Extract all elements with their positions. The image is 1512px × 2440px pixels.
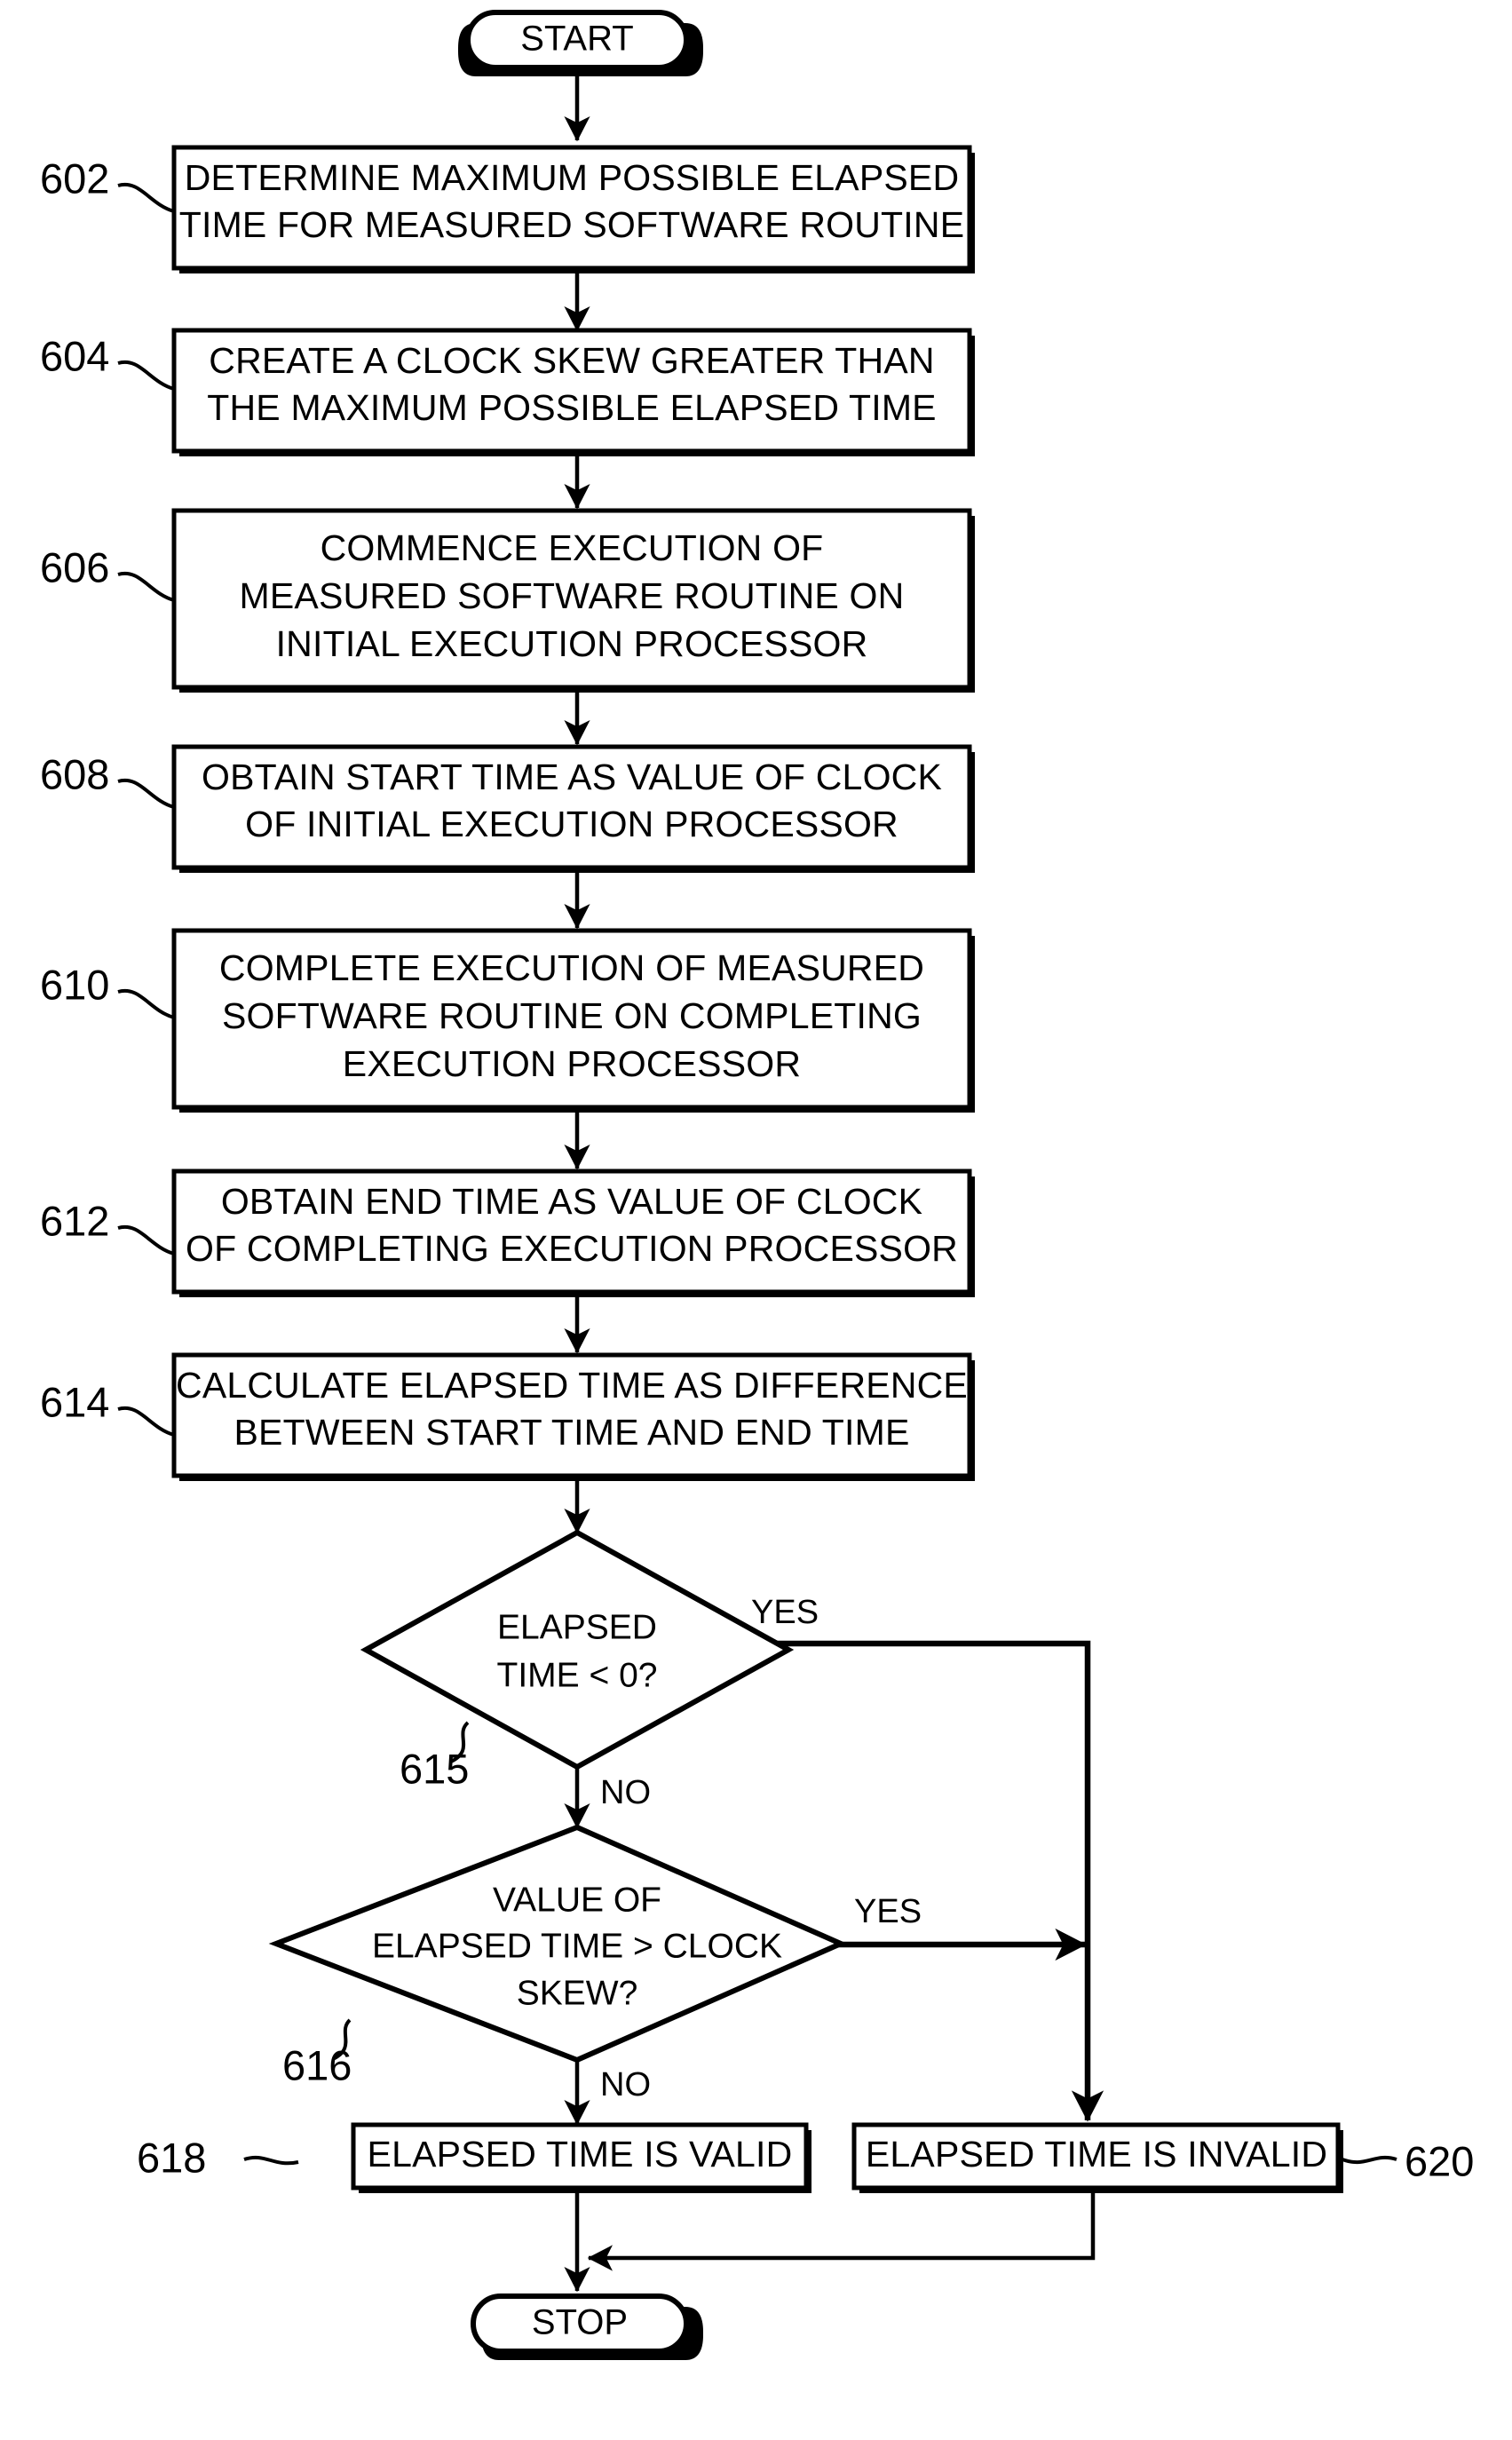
leader-608 xyxy=(117,778,175,809)
ref-616: 616 xyxy=(282,2041,352,2088)
node-610-line-3: EXECUTION PROCESSOR xyxy=(343,1043,801,1084)
node-start: START xyxy=(458,10,703,76)
ref-620: 620 xyxy=(1405,2137,1474,2184)
node-612-line-1: OBTAIN END TIME AS VALUE OF CLOCK xyxy=(221,1181,922,1222)
leader-618 xyxy=(243,2155,299,2166)
flowchart-canvas: START DETERMINE MAXIMUM POSSIBLE ELAPSED… xyxy=(0,0,1512,2440)
node-618-label: ELAPSED TIME IS VALID xyxy=(368,2134,793,2175)
stop-label: STOP xyxy=(532,2303,628,2342)
node-606-line-3: INITIAL EXECUTION PROCESSOR xyxy=(276,623,868,664)
node-616: VALUE OF ELAPSED TIME > CLOCK SKEW? xyxy=(268,1824,848,2064)
flowchart-svg: START DETERMINE MAXIMUM POSSIBLE ELAPSED… xyxy=(40,10,1474,2360)
ref-614: 614 xyxy=(40,1378,109,1425)
node-614-line-2: BETWEEN START TIME AND END TIME xyxy=(234,1412,909,1453)
node-606-line-1: COMMENCE EXECUTION OF xyxy=(321,527,824,568)
ref-610: 610 xyxy=(40,961,109,1008)
node-610-line-1: COMPLETE EXECUTION OF MEASURED xyxy=(219,947,924,988)
node-620-label: ELAPSED TIME IS INVALID xyxy=(866,2134,1327,2175)
node-606: COMMENCE EXECUTION OF MEASURED SOFTWARE … xyxy=(171,508,975,693)
ref-612: 612 xyxy=(40,1197,109,1244)
ref-604: 604 xyxy=(40,332,109,379)
edge-label-615-no: NO xyxy=(600,1774,651,1811)
node-614: CALCULATE ELAPSED TIME AS DIFFERENCE BET… xyxy=(171,1352,975,1481)
leader-604 xyxy=(117,360,175,391)
connector-620-to-stop-merge xyxy=(587,2193,1096,2271)
leader-614 xyxy=(117,1406,175,1437)
node-616-line-3: SKEW? xyxy=(517,1974,638,2012)
edge-label-615-yes: YES xyxy=(751,1594,819,1631)
node-604-line-2: THE MAXIMUM POSSIBLE ELAPSED TIME xyxy=(207,387,936,428)
node-604-line-1: CREATE A CLOCK SKEW GREATER THAN xyxy=(209,340,934,381)
node-616-line-2: ELAPSED TIME > CLOCK xyxy=(372,1927,782,1965)
node-602: DETERMINE MAXIMUM POSSIBLE ELAPSED TIME … xyxy=(171,145,975,273)
node-608-line-1: OBTAIN START TIME AS VALUE OF CLOCK xyxy=(202,757,942,797)
node-615-line-2: TIME < 0? xyxy=(497,1656,658,1694)
node-602-line-2: TIME FOR MEASURED SOFTWARE ROUTINE xyxy=(179,204,965,245)
node-615-line-1: ELAPSED xyxy=(497,1608,657,1646)
edge-label-616-no: NO xyxy=(600,2066,651,2103)
node-608-line-2: OF INITIAL EXECUTION PROCESSOR xyxy=(245,804,898,844)
leader-612 xyxy=(117,1224,175,1256)
ref-618: 618 xyxy=(137,2134,206,2181)
node-618: ELAPSED TIME IS VALID xyxy=(351,2122,811,2193)
leader-602 xyxy=(117,182,175,213)
ref-606: 606 xyxy=(40,543,109,590)
ref-608: 608 xyxy=(40,750,109,797)
node-608: OBTAIN START TIME AS VALUE OF CLOCK OF I… xyxy=(171,744,975,873)
node-615: ELAPSED TIME < 0? xyxy=(360,1529,795,1771)
node-620: ELAPSED TIME IS INVALID xyxy=(851,2122,1343,2193)
node-610: COMPLETE EXECUTION OF MEASURED SOFTWARE … xyxy=(171,928,975,1113)
leader-620 xyxy=(1342,2155,1397,2165)
ref-602: 602 xyxy=(40,154,109,202)
node-612-line-2: OF COMPLETING EXECUTION PROCESSOR xyxy=(186,1228,958,1269)
start-label: START xyxy=(520,20,633,59)
node-604: CREATE A CLOCK SKEW GREATER THAN THE MAX… xyxy=(171,328,975,456)
node-606-line-2: MEASURED SOFTWARE ROUTINE ON xyxy=(240,575,905,616)
node-612: OBTAIN END TIME AS VALUE OF CLOCK OF COM… xyxy=(171,1169,975,1297)
node-stop: STOP xyxy=(471,2293,703,2360)
node-614-line-1: CALCULATE ELAPSED TIME AS DIFFERENCE xyxy=(176,1365,968,1406)
ref-615: 615 xyxy=(400,1745,469,1792)
leader-610 xyxy=(117,988,175,1019)
node-616-line-1: VALUE OF xyxy=(493,1881,661,1919)
leader-606 xyxy=(117,571,175,602)
node-602-line-1: DETERMINE MAXIMUM POSSIBLE ELAPSED xyxy=(185,157,960,198)
edge-label-616-yes: YES xyxy=(854,1893,922,1930)
node-610-line-2: SOFTWARE ROUTINE ON COMPLETING xyxy=(222,995,922,1036)
